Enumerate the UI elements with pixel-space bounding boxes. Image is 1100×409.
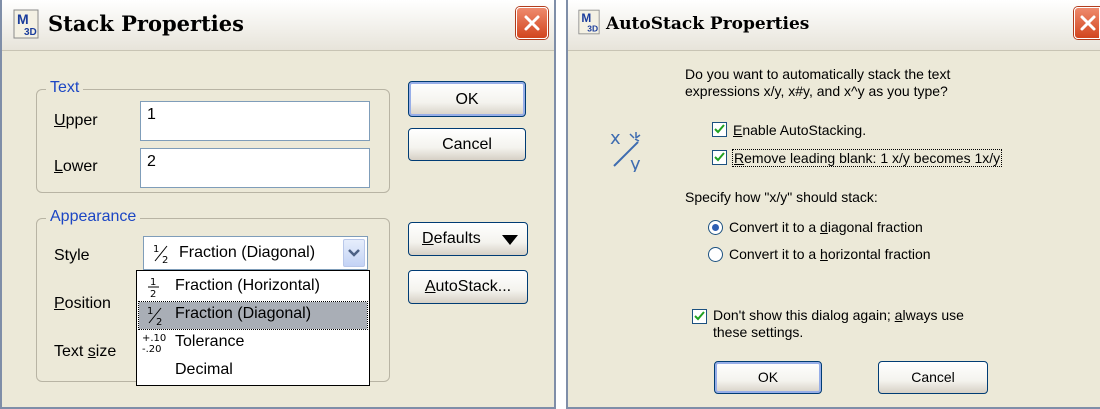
svg-text:y: y bbox=[630, 154, 641, 172]
close-icon bbox=[524, 15, 540, 31]
lower-label: Lower bbox=[54, 158, 98, 175]
dont-show-again-checkbox[interactable] bbox=[692, 309, 707, 324]
style-combobox[interactable]: 1 2 Fraction (Diagonal) bbox=[143, 236, 368, 270]
checkmark-icon bbox=[694, 311, 705, 321]
autostack-properties-title: AutoStack Properties bbox=[606, 14, 810, 34]
close-button[interactable] bbox=[1074, 7, 1100, 39]
svg-text:3D: 3D bbox=[24, 27, 37, 38]
close-icon bbox=[1080, 15, 1096, 31]
defaults-button[interactable]: Defaults bbox=[408, 222, 528, 256]
autostack-properties-titlebar[interactable]: M 3D AutoStack Properties bbox=[568, 0, 1100, 51]
svg-text:1: 1 bbox=[147, 306, 153, 317]
style-option-fraction-diagonal[interactable]: 1 2 Fraction (Diagonal) bbox=[138, 301, 368, 330]
triangle-down-icon bbox=[502, 235, 518, 245]
upper-input[interactable]: 1 bbox=[140, 101, 370, 141]
svg-text:1: 1 bbox=[153, 244, 159, 255]
lower-input[interactable]: 2 bbox=[140, 148, 370, 188]
option-label: Fraction (Diagonal) bbox=[175, 305, 312, 322]
chevron-down-icon bbox=[348, 249, 360, 257]
svg-text:2: 2 bbox=[162, 255, 168, 264]
checkmark-icon bbox=[714, 152, 725, 162]
combobox-dropdown-button[interactable] bbox=[343, 239, 365, 267]
remove-leading-blank-label[interactable]: Remove leading blank: 1 x/y becomes 1x/y bbox=[731, 149, 1003, 167]
ok-button[interactable]: OK bbox=[714, 361, 822, 394]
autostack-button[interactable]: AutoStack... bbox=[408, 270, 528, 304]
svg-text:-.20: -.20 bbox=[142, 344, 162, 355]
tolerance-icon: +.10 -.20 bbox=[142, 333, 166, 355]
svg-text:3D: 3D bbox=[587, 23, 598, 33]
diagonal-fraction-radio[interactable] bbox=[708, 220, 723, 235]
specify-stack-text: Specify how "x/y" should stack: bbox=[685, 189, 878, 205]
cancel-button[interactable]: Cancel bbox=[408, 128, 526, 161]
enable-autostacking-checkbox[interactable] bbox=[712, 122, 727, 137]
stack-properties-dialog: M 3D Stack Properties Text Upper 1 Lower… bbox=[0, 0, 556, 409]
diagonal-fraction-label[interactable]: Convert it to a diagonal fraction bbox=[729, 219, 923, 235]
cancel-button[interactable]: Cancel bbox=[878, 361, 988, 394]
style-combobox-value: Fraction (Diagonal) bbox=[179, 244, 316, 261]
option-label: Decimal bbox=[175, 361, 233, 378]
svg-text:x: x bbox=[610, 128, 621, 149]
svg-text:1: 1 bbox=[150, 277, 156, 288]
close-button[interactable] bbox=[516, 7, 548, 39]
style-label: Style bbox=[54, 247, 90, 264]
fraction-horizontal-icon: 1 2 bbox=[148, 277, 159, 299]
horizontal-fraction-radio[interactable] bbox=[708, 247, 723, 262]
stack-properties-titlebar[interactable]: M 3D Stack Properties bbox=[2, 0, 554, 51]
style-option-tolerance[interactable]: +.10 -.20 Tolerance bbox=[139, 330, 367, 357]
svg-text:2: 2 bbox=[156, 317, 162, 326]
intro-text: Do you want to automatically stack the t… bbox=[685, 66, 951, 99]
stack-properties-title: Stack Properties bbox=[48, 11, 244, 36]
svg-text:M: M bbox=[17, 11, 29, 27]
option-label: Tolerance bbox=[175, 333, 245, 350]
style-option-decimal[interactable]: Decimal bbox=[139, 358, 367, 385]
checkmark-icon bbox=[714, 124, 725, 134]
autostack-xy-icon: x y bbox=[610, 128, 641, 172]
style-dropdown-list: 1 2 Fraction (Horizontal) 1 2 Fraction (… bbox=[136, 270, 370, 386]
text-group-legend: Text bbox=[46, 79, 84, 97]
appearance-group-legend: Appearance bbox=[46, 208, 141, 226]
option-label: Fraction (Horizontal) bbox=[175, 277, 320, 294]
position-label: Position bbox=[54, 295, 111, 312]
svg-text:+.10: +.10 bbox=[142, 333, 166, 344]
upper-label: Upper bbox=[54, 112, 98, 129]
fraction-diagonal-icon: 1 2 bbox=[153, 244, 168, 264]
svg-text:2: 2 bbox=[150, 289, 156, 299]
remove-leading-blank-checkbox[interactable] bbox=[712, 150, 727, 165]
text-size-label: Text size bbox=[54, 343, 117, 360]
autostack-properties-dialog: M 3D AutoStack Properties Do you want to… bbox=[566, 0, 1100, 409]
ok-button[interactable]: OK bbox=[408, 81, 526, 117]
app-icon: M 3D bbox=[13, 9, 39, 39]
enable-autostacking-label[interactable]: Enable AutoStacking. bbox=[733, 122, 866, 138]
dont-show-again-label[interactable]: Don't show this dialog again; always use… bbox=[713, 307, 964, 341]
horizontal-fraction-label[interactable]: Convert it to a horizontal fraction bbox=[729, 246, 931, 262]
style-option-fraction-horizontal[interactable]: 1 2 Fraction (Horizontal) bbox=[139, 274, 367, 301]
app-icon: M 3D bbox=[578, 9, 600, 35]
fraction-diagonal-icon: 1 2 bbox=[147, 306, 162, 326]
